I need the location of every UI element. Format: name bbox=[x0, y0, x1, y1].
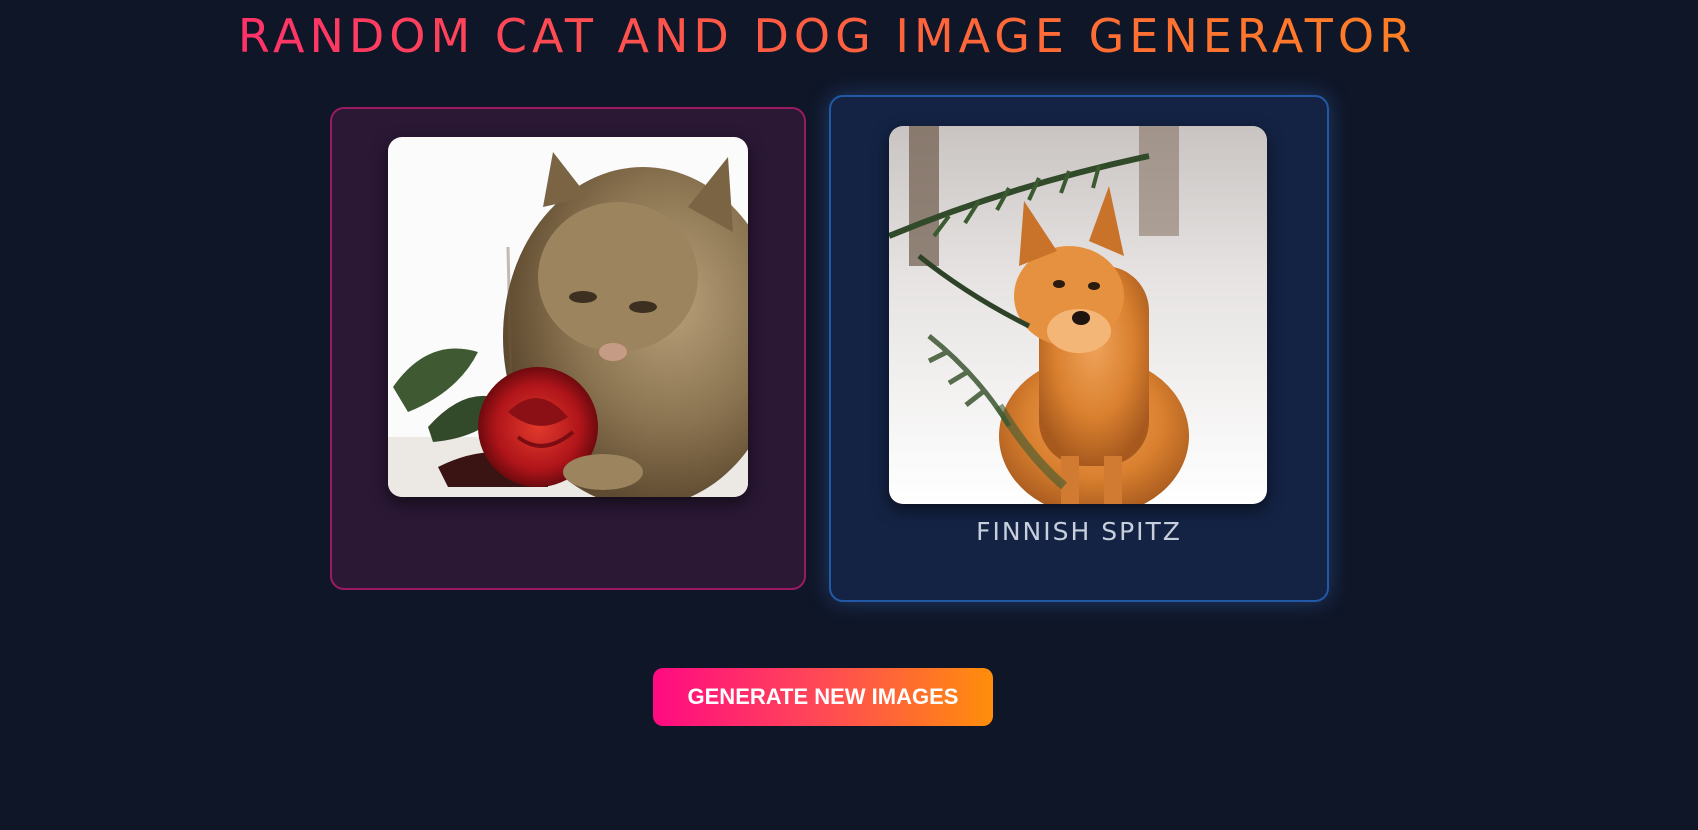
generate-new-images-button[interactable]: GENERATE NEW IMAGES bbox=[653, 668, 993, 726]
cat-card bbox=[330, 107, 806, 590]
breed-label: FINNISH SPITZ bbox=[976, 517, 1182, 546]
app-page: RANDOM CAT AND DOG IMAGE GENERATOR FINNI… bbox=[0, 0, 1698, 830]
dog-card: FINNISH SPITZ bbox=[829, 95, 1329, 602]
cat-image bbox=[388, 137, 748, 497]
page-title: RANDOM CAT AND DOG IMAGE GENERATOR bbox=[0, 6, 1654, 66]
cat-photo-illustration bbox=[388, 137, 748, 497]
dog-image bbox=[889, 126, 1267, 504]
dog-photo-illustration bbox=[889, 126, 1267, 504]
